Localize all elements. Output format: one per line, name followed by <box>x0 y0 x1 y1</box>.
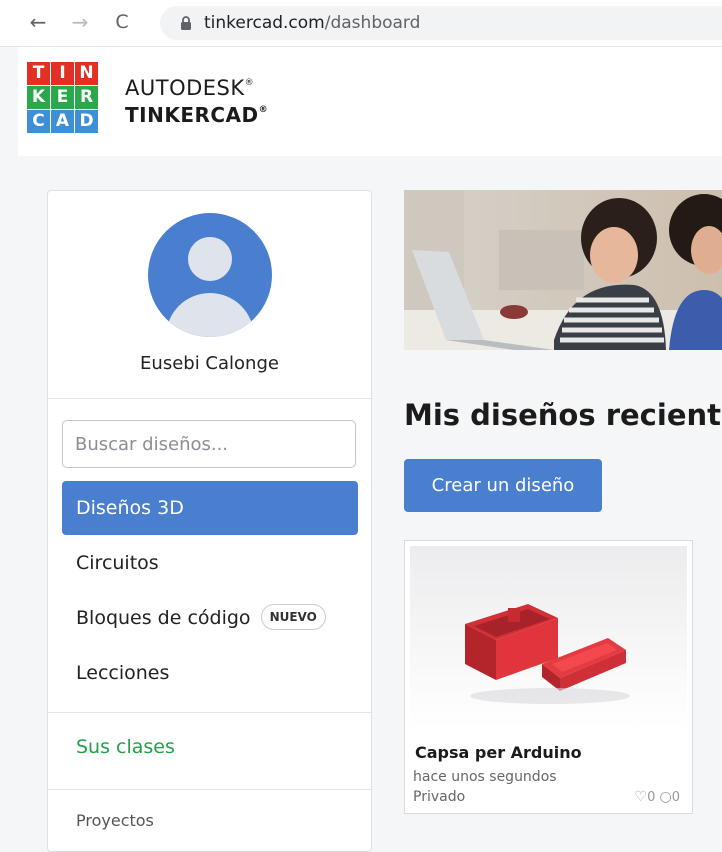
hero-illustration <box>404 190 722 350</box>
address-bar[interactable]: tinkercad.com/dashboard <box>160 6 722 40</box>
brand-tinkercad: TINKERCAD® <box>125 103 268 127</box>
heart-icon: ♡ <box>634 789 648 805</box>
design-stats: ♡0 ○0 <box>635 789 680 805</box>
comment-count: 0 <box>671 790 680 805</box>
url-path: /dashboard <box>324 13 421 33</box>
design-title[interactable]: Capsa per Arduino <box>415 743 582 762</box>
comment-icon: ○ <box>659 789 672 805</box>
url-host: tinkercad.com <box>204 13 325 33</box>
logo-tile: K <box>27 86 50 109</box>
registered-mark: ® <box>244 78 255 88</box>
design-timestamp: hace unos segundos <box>413 769 557 785</box>
avatar[interactable] <box>148 213 272 337</box>
logo-tile: C <box>27 110 50 133</box>
lock-icon <box>181 16 191 30</box>
search-input[interactable] <box>62 420 356 468</box>
brand-tinkercad-text: TINKERCAD <box>125 103 259 127</box>
classes-link[interactable]: Sus clases <box>76 736 175 758</box>
logo-tile: A <box>51 110 74 133</box>
nav-item-lessons[interactable]: Lecciones <box>62 646 358 700</box>
logo-tile: I <box>51 62 74 85</box>
divider <box>48 789 371 790</box>
logo-tile: T <box>27 62 50 85</box>
logo-tile: E <box>51 86 74 109</box>
brand-autodesk-text: AUTODESK <box>125 76 245 100</box>
logo-tile: D <box>75 110 98 133</box>
logo-tile: N <box>75 62 98 85</box>
divider <box>48 398 371 399</box>
registered-mark: ® <box>258 105 269 115</box>
avatar-body-shape <box>166 293 254 337</box>
create-design-button[interactable]: Crear un diseño <box>404 459 602 512</box>
design-privacy: Privado <box>413 789 466 805</box>
hero-banner-image <box>404 190 722 350</box>
avatar-head-shape <box>188 237 232 281</box>
sidebar: Eusebi Calonge Diseños 3D Circuitos Bloq… <box>47 190 372 852</box>
design-card[interactable]: Capsa per Arduino hace unos segundos Pri… <box>404 540 693 814</box>
back-arrow-icon[interactable]: ← <box>26 9 50 35</box>
reload-icon[interactable]: C <box>110 9 134 35</box>
url-text: tinkercad.com/dashboard <box>204 13 420 33</box>
site-header: T I N K E R C A D AUTODESK® TINKERCAD® <box>18 47 722 156</box>
recent-designs-heading: Mis diseños recient <box>404 398 721 432</box>
divider <box>48 712 371 713</box>
tinkercad-logo[interactable]: T I N K E R C A D <box>27 62 123 138</box>
design-thumbnail[interactable] <box>410 546 687 729</box>
brand-autodesk: AUTODESK® <box>125 76 254 100</box>
like-count: 0 <box>647 790 656 805</box>
forward-arrow-icon[interactable]: → <box>68 9 92 35</box>
nav-item-codeblocks[interactable]: Bloques de código NUEVO <box>62 591 358 645</box>
projects-link[interactable]: Proyectos <box>76 811 154 830</box>
user-name[interactable]: Eusebi Calonge <box>48 353 371 374</box>
nav-item-3d-designs[interactable]: Diseños 3D <box>62 481 358 535</box>
new-badge: NUEVO <box>260 603 326 630</box>
nav-item-circuits[interactable]: Circuitos <box>62 536 358 590</box>
nav-item-codeblocks-label: Bloques de código <box>76 607 251 629</box>
browser-toolbar: ← → C tinkercad.com/dashboard <box>0 0 722 47</box>
logo-tile: R <box>75 86 98 109</box>
